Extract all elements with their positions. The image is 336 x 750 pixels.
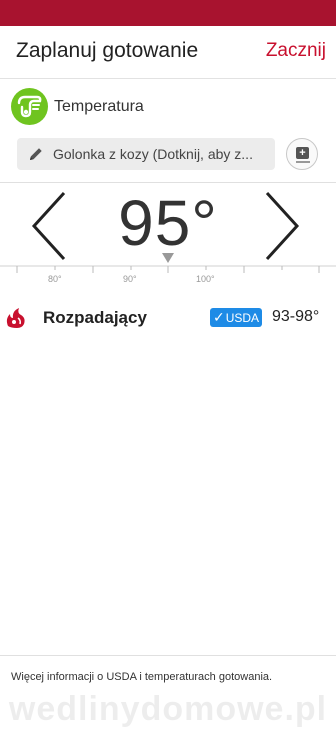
- usda-info-link[interactable]: Więcej informacji o USDA i temperaturach…: [11, 671, 272, 683]
- ruler-label-100: 100°: [196, 274, 215, 284]
- add-note-underline: [296, 161, 310, 163]
- pencil-icon: [28, 146, 44, 167]
- flame-meat-icon: [4, 306, 30, 335]
- divider: [0, 655, 336, 656]
- divider: [0, 182, 336, 183]
- add-note-icon: +: [296, 147, 309, 159]
- doneness-row[interactable]: Rozpadający ✓USDA 93-98°: [0, 304, 336, 332]
- chevron-left-icon: [31, 191, 66, 261]
- add-note-button[interactable]: +: [286, 138, 318, 170]
- usda-badge: ✓USDA: [210, 308, 262, 327]
- cook-name-field[interactable]: Golonka z kozy (Dotknij, aby z...: [17, 138, 275, 170]
- page-title: Zaplanuj gotowanie: [16, 39, 199, 62]
- check-icon: ✓: [212, 309, 225, 325]
- ruler-label-80: 80°: [48, 274, 62, 284]
- ruler-label-90: 90°: [123, 274, 137, 284]
- increase-temperature-button[interactable]: [263, 190, 303, 262]
- chevron-right-icon: [265, 191, 300, 261]
- temperature-row[interactable]: Temperatura: [0, 88, 336, 128]
- temperature-value: 95°: [118, 187, 218, 259]
- cook-name-text: Golonka z kozy (Dotknij, aby z...: [53, 146, 253, 162]
- start-button[interactable]: Zacznij: [266, 40, 326, 62]
- decrease-temperature-button[interactable]: [28, 190, 68, 262]
- doneness-range: 93-98°: [272, 308, 320, 325]
- temperature-label: Temperatura: [54, 98, 144, 115]
- status-bar: [0, 0, 336, 26]
- doneness-label: Rozpadający: [43, 308, 147, 327]
- thermometer-icon: [11, 88, 48, 125]
- usda-badge-text: USDA: [225, 311, 260, 325]
- watermark: wedlinydomowe.pl: [8, 690, 328, 728]
- header: Zaplanuj gotowanie Zacznij: [0, 26, 336, 79]
